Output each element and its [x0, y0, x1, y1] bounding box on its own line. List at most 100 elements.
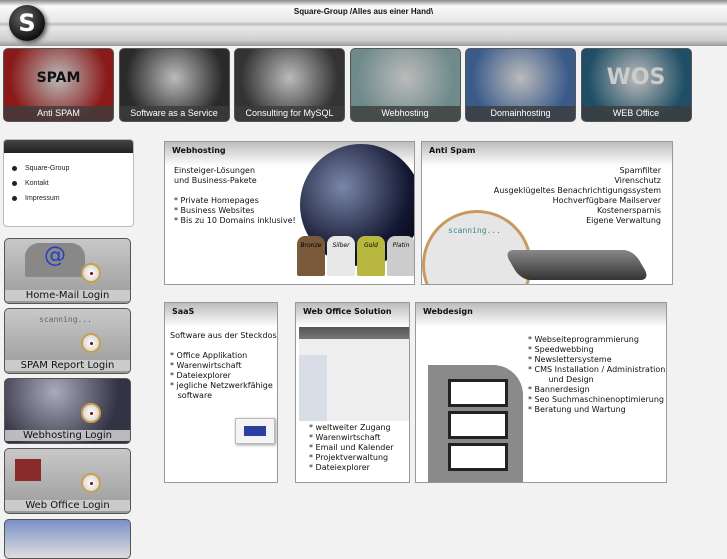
key-icon	[81, 473, 101, 493]
nav-tile-software-as-a-service[interactable]: Software as a Service	[118, 48, 230, 122]
bullet-icon	[12, 196, 17, 201]
text-line: software	[170, 391, 212, 400]
badge-gold: Gold	[357, 236, 385, 276]
tile-label: Consulting for MySQL	[235, 106, 344, 121]
login-label: SPAM Report Login	[5, 360, 130, 371]
text-line: * CMS Installation / Administration	[528, 365, 666, 374]
text-line: * Bis zu 10 Domains inklusive!	[174, 216, 296, 225]
text-line: Spamfilter	[619, 166, 661, 175]
text-line: * Dateiexplorer	[170, 371, 231, 380]
menu-item-label: Kontakt	[25, 180, 49, 187]
text-line: * Warenwirtschaft	[309, 433, 381, 442]
menu-item-square-group[interactable]: Square-Group	[12, 161, 133, 176]
scanning-text: scanning...	[448, 226, 501, 235]
text-line: und Design	[528, 375, 594, 384]
text-line: * Beratung und Wartung	[528, 405, 626, 414]
panel-title: Anti Spam	[422, 142, 672, 166]
webhosting-login-button[interactable]: Webhosting Login	[4, 378, 131, 444]
key-icon	[81, 403, 101, 423]
nav-tile-web-office[interactable]: WOS WEB Office	[580, 48, 692, 122]
panel-text: Spamfilter Virenschutz Ausgeklügeltes Bena…	[494, 166, 661, 226]
panel-text: Einsteiger-Lösungen und Business-Pakete * …	[174, 166, 296, 226]
text-line: * Private Homepages	[174, 196, 259, 205]
text-line: * Office Applikation	[170, 351, 248, 360]
text-line: * Dateiexplorer	[309, 463, 370, 472]
home-mail-login-button[interactable]: @ Home-Mail Login	[4, 238, 131, 304]
text-line: Kostenersparnis	[596, 206, 661, 215]
tile-image	[120, 49, 229, 106]
text-line: Einsteiger-Lösungen	[174, 166, 256, 175]
bullet-icon	[12, 181, 17, 186]
text-line: Eigene Verwaltung	[586, 216, 661, 225]
text-line	[174, 186, 296, 196]
menu-item-label: Impressum	[25, 195, 60, 202]
text-line: Hochverfügbare Mailserver	[552, 196, 661, 205]
login-label: Webhosting Login	[5, 430, 130, 441]
tile-label: Domainhosting	[466, 106, 575, 121]
fork-image	[503, 250, 651, 280]
site-title: Square-Group /Alles aus einer Hand\	[293, 7, 434, 16]
text-line: Ausgeklügeltes Benachrichtigungssystem	[493, 186, 661, 195]
tile-image: WOS	[606, 65, 666, 90]
tile-label: Anti SPAM	[4, 106, 113, 121]
text-line: * weltweiter Zugang	[309, 423, 391, 432]
panel-web-office[interactable]: Web Office Solution * weltweiter Zugang *…	[295, 302, 410, 483]
text-line: * jegliche Netzwerkfähige	[170, 381, 273, 390]
panel-text: Software aus der Steckdose * Office Appli…	[170, 331, 278, 401]
tile-image: SPAM	[36, 69, 81, 86]
tile-image	[466, 49, 575, 106]
badge-platin: Platin	[387, 236, 414, 276]
bullet-icon	[12, 166, 17, 171]
login-label: Web Office Login	[5, 500, 130, 511]
nav-tile-webhosting[interactable]: Webhosting	[349, 48, 461, 122]
app-screenshot	[299, 327, 409, 421]
text-line	[170, 341, 277, 351]
key-icon	[81, 263, 101, 283]
panel-saas[interactable]: SaaS Software aus der Steckdose * Office …	[164, 302, 278, 483]
power-socket-icon	[235, 418, 275, 444]
text-line: * Warenwirtschaft	[170, 361, 242, 370]
login-label: Home-Mail Login	[5, 290, 130, 301]
nav-tile-domainhosting[interactable]: Domainhosting	[465, 48, 576, 122]
badge-silber: Silber	[327, 236, 355, 276]
menu-header-bar	[4, 140, 133, 153]
web-office-login-button[interactable]: Web Office Login	[4, 448, 131, 514]
spam-report-login-button[interactable]: scanning... SPAM Report Login	[4, 308, 131, 374]
panel-antispam[interactable]: Anti Spam scanning... Spamfilter Virensch…	[421, 141, 673, 285]
package-badges: Bronze Silber Gold Platin	[297, 236, 414, 276]
text-line: * Business Websites	[174, 206, 255, 215]
scanning-text: scanning...	[39, 315, 92, 324]
text-line: * Webseiteprogrammierung	[528, 335, 639, 344]
text-line: * Projektverwaltung	[309, 453, 389, 462]
menu-item-impressum[interactable]: Impressum	[12, 191, 133, 206]
tile-label: WEB Office	[581, 106, 691, 121]
site-header: S Square-Group /Alles aus einer Hand\	[0, 0, 727, 46]
menu-item-label: Square-Group	[25, 165, 70, 172]
panel-webdesign[interactable]: Webdesign * Webseiteprogrammierung * Spee…	[415, 302, 667, 483]
menu-item-kontakt[interactable]: Kontakt	[12, 176, 133, 191]
additional-login-button[interactable]	[4, 519, 131, 559]
tile-image	[351, 49, 460, 106]
text-line: Virenschutz	[614, 176, 661, 185]
panel-text: * weltweiter Zugang * Warenwirtschaft * Em…	[309, 423, 394, 473]
sidebar-menu: Square-Group Kontakt Impressum	[3, 139, 134, 227]
tile-image	[235, 49, 344, 106]
panel-title: Webdesign	[416, 303, 666, 327]
key-icon	[81, 333, 101, 353]
text-line: und Business-Pakete	[174, 176, 257, 185]
panel-webhosting[interactable]: Webhosting Einsteiger-Lösungen und Busine…	[164, 141, 415, 285]
text-line: Software aus der Steckdose	[170, 331, 278, 340]
text-line: * Speedwebbing	[528, 345, 594, 354]
panel-title: Web Office Solution	[296, 303, 409, 327]
nav-tile-consulting-for-mysql[interactable]: Consulting for MySQL	[234, 48, 345, 122]
tile-label: Webhosting	[350, 106, 460, 121]
panel-text: * Webseiteprogrammierung * Speedwebbing * …	[528, 335, 665, 415]
mailbox-icon: @	[25, 243, 85, 277]
text-line: * Newslettersysteme	[528, 355, 612, 364]
folder-icon	[15, 459, 41, 481]
text-line: * Email und Kalender	[309, 443, 394, 452]
nav-tile-anti-spam[interactable]: SPAM Anti SPAM	[3, 48, 114, 122]
text-line: * Bannerdesign	[528, 385, 590, 394]
display-stand-image	[428, 365, 523, 482]
panel-title: SaaS	[165, 303, 277, 327]
